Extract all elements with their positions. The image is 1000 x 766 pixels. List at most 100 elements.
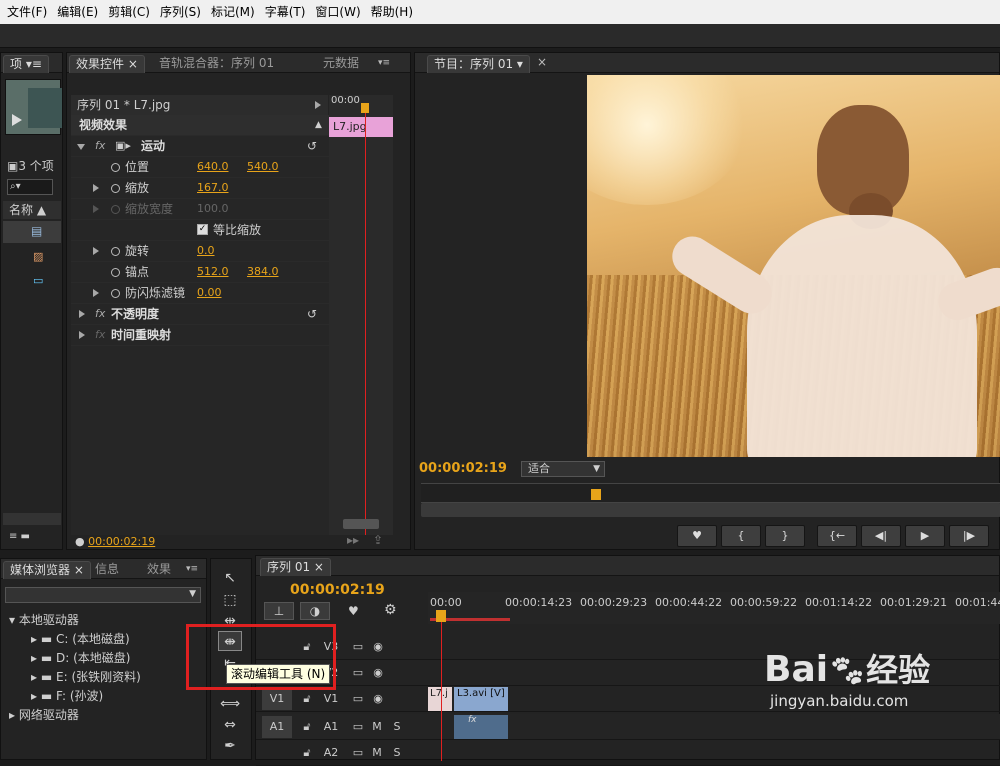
mute-button[interactable]: M <box>370 716 384 738</box>
stopwatch-icon[interactable] <box>111 163 120 172</box>
name-column-header[interactable]: 名称 ▲ <box>3 201 61 219</box>
project-scrollbar[interactable] <box>3 513 61 525</box>
mark-out-button[interactable]: } <box>765 525 805 547</box>
mute-button[interactable]: M <box>370 742 384 764</box>
menu-item[interactable]: 剪辑(C) <box>103 0 155 24</box>
eye-icon[interactable]: ◉ <box>370 688 386 710</box>
drive-d[interactable]: ▸ ▬ D: (本地磁盘) <box>31 649 131 668</box>
track-v1-label[interactable]: V1 <box>320 688 342 710</box>
clip-l3-audio[interactable]: fx <box>454 715 508 739</box>
slip-tool-icon[interactable]: ⟺ <box>218 694 242 714</box>
go-to-in-button[interactable]: {← <box>817 525 857 547</box>
close-icon[interactable]: × <box>74 563 84 577</box>
lock-icon[interactable]: 🔓︎ <box>300 716 314 738</box>
dropdown-icon[interactable]: ▾ <box>517 57 523 71</box>
list-item[interactable]: ▤ <box>3 221 61 243</box>
reset-icon[interactable]: ↺ <box>307 304 317 324</box>
close-icon[interactable]: × <box>537 55 547 69</box>
list-item[interactable]: ▭ <box>3 271 61 293</box>
stopwatch-icon[interactable] <box>111 247 120 256</box>
expand-icon[interactable] <box>79 331 85 339</box>
program-ruler[interactable] <box>421 483 1000 503</box>
solo-button[interactable]: S <box>390 716 404 738</box>
add-marker-button[interactable]: ♥ <box>677 525 717 547</box>
menu-item[interactable]: 文件(F) <box>2 0 52 24</box>
drive-c[interactable]: ▸ ▬ C: (本地磁盘) <box>31 630 130 649</box>
time-remap-row[interactable]: fx 时间重映射 <box>71 325 329 346</box>
menu-item[interactable]: 序列(S) <box>155 0 206 24</box>
tab-info[interactable]: 信息 <box>89 561 125 579</box>
lock-icon[interactable]: 🔓︎ <box>300 742 314 764</box>
track-a2-label[interactable]: A2 <box>320 742 342 764</box>
track-select-tool-icon[interactable]: ⬚ <box>218 590 242 610</box>
source-v1-patch[interactable]: V1 <box>262 688 292 710</box>
export-icon[interactable]: ⇪ <box>373 533 383 547</box>
uniform-scale-checkbox[interactable]: ✓ <box>197 224 208 235</box>
tab-media-browser[interactable]: 媒体浏览器 × <box>3 561 91 579</box>
program-zoom-scrollbar[interactable] <box>421 503 1000 517</box>
add-marker-icon[interactable]: ♥ <box>348 604 359 618</box>
menu-item[interactable]: 标记(M) <box>206 0 260 24</box>
timeline-ruler[interactable]: 00:00 00:00:14:23 00:00:29:23 00:00:44:22 00… <box>428 592 1000 624</box>
tab-program[interactable]: 节目：序列 01 ▾ <box>427 55 530 73</box>
sync-icon[interactable]: ▭ <box>350 716 366 738</box>
stopwatch-icon[interactable] <box>111 289 120 298</box>
list-item[interactable]: ▨ <box>3 247 61 269</box>
sequence-timecode[interactable]: 00:00:02:19 <box>290 582 385 598</box>
eye-icon[interactable]: ◉ <box>370 662 386 684</box>
step-forward-button[interactable]: |▶ <box>949 525 989 547</box>
mini-scrollbar[interactable] <box>343 519 379 529</box>
network-drives-node[interactable]: ▸ 网络驱动器 <box>9 706 79 725</box>
expand-icon[interactable] <box>93 247 99 255</box>
scroll-up-icon[interactable]: ▲ <box>315 115 322 135</box>
collapse-icon[interactable] <box>77 144 85 150</box>
track-a1-label[interactable]: A1 <box>320 716 342 738</box>
fit-select[interactable]: 适合 ▼ <box>521 461 605 477</box>
reset-icon[interactable]: ↺ <box>307 136 317 156</box>
snap-button[interactable]: ⊥ <box>264 602 294 620</box>
tab-effects[interactable]: 效果 <box>141 561 177 579</box>
expand-icon[interactable] <box>79 310 85 318</box>
tab-project[interactable]: 项 ▾≡ <box>3 55 49 73</box>
tab-metadata[interactable]: 元数据 <box>317 55 365 73</box>
program-timecode[interactable]: 00:00:02:19 <box>419 461 507 476</box>
anchor-y-value[interactable]: 384.0 <box>247 262 279 282</box>
timeline-playhead-icon[interactable] <box>436 610 446 622</box>
slide-tool-icon[interactable]: ⇔ <box>218 715 242 735</box>
tab-audio-mixer[interactable]: 音轨混合器：序列 01 <box>153 55 280 73</box>
clip-l7[interactable]: L7.j <box>428 687 452 711</box>
clip-bar[interactable]: L7.jpg <box>329 117 393 137</box>
linked-selection-button[interactable]: ◑ <box>300 602 330 620</box>
sync-icon[interactable]: ▭ <box>350 662 366 684</box>
flicker-value[interactable]: 0.00 <box>197 283 222 303</box>
mini-playhead-icon[interactable] <box>361 103 369 113</box>
anchor-x-value[interactable]: 512.0 <box>197 262 229 282</box>
expand-icon[interactable] <box>315 101 321 109</box>
solo-button[interactable]: S <box>390 742 404 764</box>
mark-in-button[interactable]: { <box>721 525 761 547</box>
panel-menu-icon[interactable]: ▾≡ <box>181 563 203 576</box>
menu-item[interactable]: 字幕(T) <box>260 0 311 24</box>
play-button[interactable]: ▶ <box>905 525 945 547</box>
clip-l3-video[interactable]: L3.avi [V] <box>454 687 508 711</box>
path-select[interactable]: ▼ <box>5 587 201 603</box>
close-icon[interactable]: × <box>314 560 324 574</box>
opacity-row[interactable]: fx 不透明度 ↺ <box>71 304 329 325</box>
expand-icon[interactable] <box>93 184 99 192</box>
project-search-input[interactable]: ⌕▾ <box>7 179 53 195</box>
local-drives-node[interactable]: ▾ 本地驱动器 <box>9 611 79 630</box>
sync-icon[interactable]: ▭ <box>350 636 366 658</box>
panel-menu-icon[interactable]: ▾≡ <box>373 57 395 70</box>
lock-icon[interactable]: 🔓︎ <box>300 688 314 710</box>
drive-f[interactable]: ▸ ▬ F: (孙波) <box>31 687 103 706</box>
position-x-value[interactable]: 640.0 <box>197 157 229 177</box>
sync-icon[interactable]: ▭ <box>350 688 366 710</box>
motion-transform-icon[interactable]: ▣▸ <box>115 136 131 156</box>
step-back-button[interactable]: ◀| <box>861 525 901 547</box>
tab-effect-controls[interactable]: 效果控件 × <box>69 55 145 73</box>
wrench-icon[interactable]: ⚙ <box>384 602 397 618</box>
motion-row[interactable]: fx ▣▸ 运动 ↺ <box>71 136 329 157</box>
tab-sequence[interactable]: 序列 01 × <box>260 558 331 576</box>
play-icon[interactable] <box>12 114 22 126</box>
selection-tool-icon[interactable]: ↖ <box>218 568 242 588</box>
